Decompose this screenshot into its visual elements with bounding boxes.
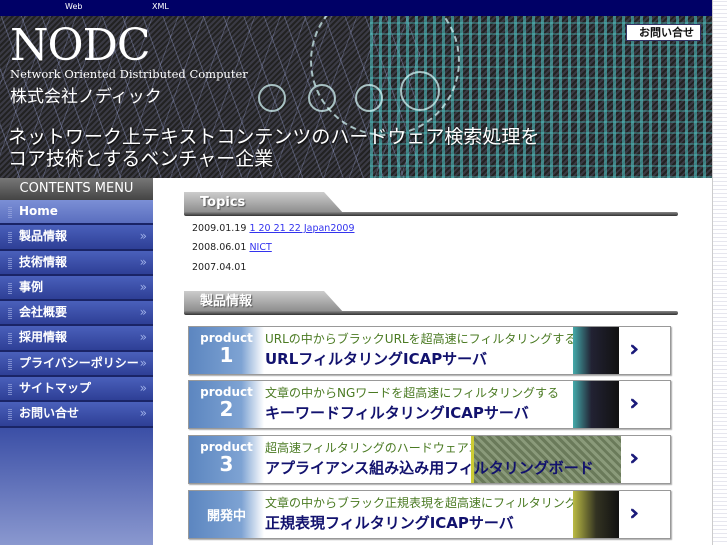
chevron-right-icon: » bbox=[139, 406, 147, 421]
sidebar-item-label: お問い合せ bbox=[19, 406, 80, 421]
tagline-line-1: ネットワーク上テキストコンテンツのハードウェア検索処理を bbox=[8, 126, 540, 148]
products-heading: 製品情報 bbox=[184, 291, 678, 315]
sidebar-item-home[interactable]: Home bbox=[0, 200, 153, 226]
sidebar-item-recruit[interactable]: 採用情報 » bbox=[0, 326, 153, 352]
grip-icon bbox=[8, 307, 12, 320]
chevron-right-icon: » bbox=[139, 279, 147, 294]
section-title: Topics bbox=[184, 192, 344, 214]
company-name: 株式会社ノディック bbox=[10, 87, 162, 107]
sidebar-item-technology[interactable]: 技術情報 » bbox=[0, 250, 153, 276]
arrow-right-icon: ››› bbox=[629, 391, 641, 416]
sidebar-item-label: Home bbox=[19, 204, 58, 218]
sidebar: CONTENTS MENU Home 製品情報 » 技術情報 » 事例 » 会社概要 »… bbox=[0, 178, 153, 545]
sidebar-item-contact[interactable]: お問い合せ » bbox=[0, 402, 153, 428]
topic-item: 2008.06.01 NICT bbox=[192, 242, 332, 253]
tagline-line-2: コア技術とするベンチャー企業 bbox=[8, 148, 274, 170]
sidebar-item-label: プライバシーポリシー bbox=[19, 355, 139, 370]
topic-link[interactable]: NICT bbox=[249, 242, 331, 253]
product-banner-4[interactable]: 開発中 文章の中からブラック正規表現を超高速にフィルタリングする 正規表現フィル… bbox=[188, 490, 671, 539]
product-name: アプライアンス組み込み用フィルタリングボード bbox=[265, 459, 594, 477]
chevron-right-icon: » bbox=[139, 355, 147, 370]
grip-icon bbox=[8, 357, 12, 370]
product-name: キーワードフィルタリングICAPサーバ bbox=[265, 404, 529, 422]
grip-icon bbox=[8, 332, 12, 345]
product-banner-3[interactable]: product 3 超高速フィルタリングのハードウェアエンジン アプライアンス組み… bbox=[188, 435, 671, 484]
chevron-right-icon: » bbox=[139, 305, 147, 320]
main-content: Topics 2009.01.19 1 20 21 22 Japan2009 2… bbox=[153, 178, 712, 545]
topics-heading: Topics bbox=[184, 192, 678, 216]
badge-number: 2 bbox=[219, 397, 234, 421]
grip-icon bbox=[8, 206, 12, 218]
chevron-right-icon: » bbox=[139, 254, 147, 269]
sidebar-item-label: 採用情報 bbox=[19, 330, 68, 345]
grip-icon bbox=[8, 408, 12, 421]
contact-button[interactable]: お問い合せ bbox=[626, 24, 701, 41]
server-image bbox=[573, 327, 619, 374]
topic-link[interactable]: 1 20 21 22 Japan2009 bbox=[249, 223, 374, 234]
badge-number: 1 bbox=[219, 343, 234, 367]
topic-item: 2009.01.19 1 20 21 22 Japan2009 bbox=[192, 223, 375, 234]
topic-date: 2009.01.19 bbox=[192, 223, 247, 234]
sidebar-item-label: サイトマップ bbox=[19, 381, 92, 396]
sidebar-item-privacy[interactable]: プライバシーポリシー» bbox=[0, 351, 153, 378]
chevron-right-icon: » bbox=[139, 330, 147, 345]
circuit-node bbox=[258, 84, 286, 112]
product-name: 正規表現フィルタリングICAPサーバ bbox=[265, 514, 514, 532]
web-link[interactable]: Web bbox=[65, 2, 82, 11]
sidebar-item-label: 会社概要 bbox=[19, 305, 68, 320]
badge-number: 3 bbox=[219, 452, 234, 476]
arrow-right-icon: ››› bbox=[629, 446, 641, 471]
section-rule bbox=[184, 311, 678, 315]
sidebar-item-company[interactable]: 会社概要 » bbox=[0, 301, 153, 327]
section-rule bbox=[184, 212, 678, 216]
header-banner: NODC Network Oriented Distributed Comput… bbox=[0, 16, 712, 178]
grip-icon bbox=[8, 231, 12, 244]
sidebar-item-label: 製品情報 bbox=[19, 229, 68, 244]
topic-date: 2008.06.01 bbox=[192, 242, 247, 253]
badge-label: 開発中 bbox=[206, 509, 246, 524]
tagline: ネットワーク上テキストコンテンツのハードウェア検索処理を コア技術とするベンチャ… bbox=[8, 126, 539, 170]
product-subtitle: URLの中からブラックURLを超高速にフィルタリングする bbox=[265, 332, 577, 346]
product-subtitle: 文章の中からNGワードを超高速にフィルタリングする bbox=[265, 386, 560, 400]
product-name: URLフィルタリングICAPサーバ bbox=[265, 350, 488, 368]
product-badge: product 3 bbox=[189, 436, 264, 483]
grip-icon bbox=[8, 256, 12, 269]
topic-item: 2007.04.01 bbox=[192, 262, 246, 273]
sidebar-item-products[interactable]: 製品情報 » bbox=[0, 225, 153, 251]
xml-link[interactable]: XML bbox=[152, 2, 169, 11]
top-bar: Web XML bbox=[0, 0, 712, 16]
logo-subtitle: Network Oriented Distributed Computer bbox=[10, 67, 248, 81]
chevron-right-icon: » bbox=[139, 229, 147, 244]
sidebar-item-label: 事例 bbox=[19, 279, 44, 294]
arrow-right-icon: ››› bbox=[629, 337, 641, 362]
right-border-strip bbox=[712, 0, 727, 545]
sidebar-item-sitemap[interactable]: サイトマップ » bbox=[0, 377, 153, 403]
sidebar-item-label: 技術情報 bbox=[19, 254, 68, 269]
sidebar-item-cases[interactable]: 事例 » bbox=[0, 275, 153, 302]
chevron-right-icon: » bbox=[139, 381, 147, 396]
logo[interactable]: NODC bbox=[10, 20, 151, 71]
menu-title: CONTENTS MENU bbox=[0, 178, 153, 200]
product-subtitle: 文章の中からブラック正規表現を超高速にフィルタリングする bbox=[265, 496, 601, 510]
server-image bbox=[573, 491, 619, 538]
section-title: 製品情報 bbox=[184, 291, 344, 313]
arrow-right-icon: ››› bbox=[629, 501, 641, 526]
product-badge: product 1 bbox=[189, 327, 264, 374]
product-banner-1[interactable]: product 1 URLの中からブラックURLを超高速にフィルタリングする UR… bbox=[188, 326, 671, 375]
grip-icon bbox=[8, 281, 12, 294]
product-badge: 開発中 bbox=[189, 491, 264, 538]
topic-date: 2007.04.01 bbox=[192, 262, 247, 273]
grip-icon bbox=[8, 383, 12, 396]
server-image bbox=[573, 381, 619, 428]
product-badge: product 2 bbox=[189, 381, 264, 428]
product-banner-2[interactable]: product 2 文章の中からNGワードを超高速にフィルタリングする キーワード… bbox=[188, 380, 671, 429]
